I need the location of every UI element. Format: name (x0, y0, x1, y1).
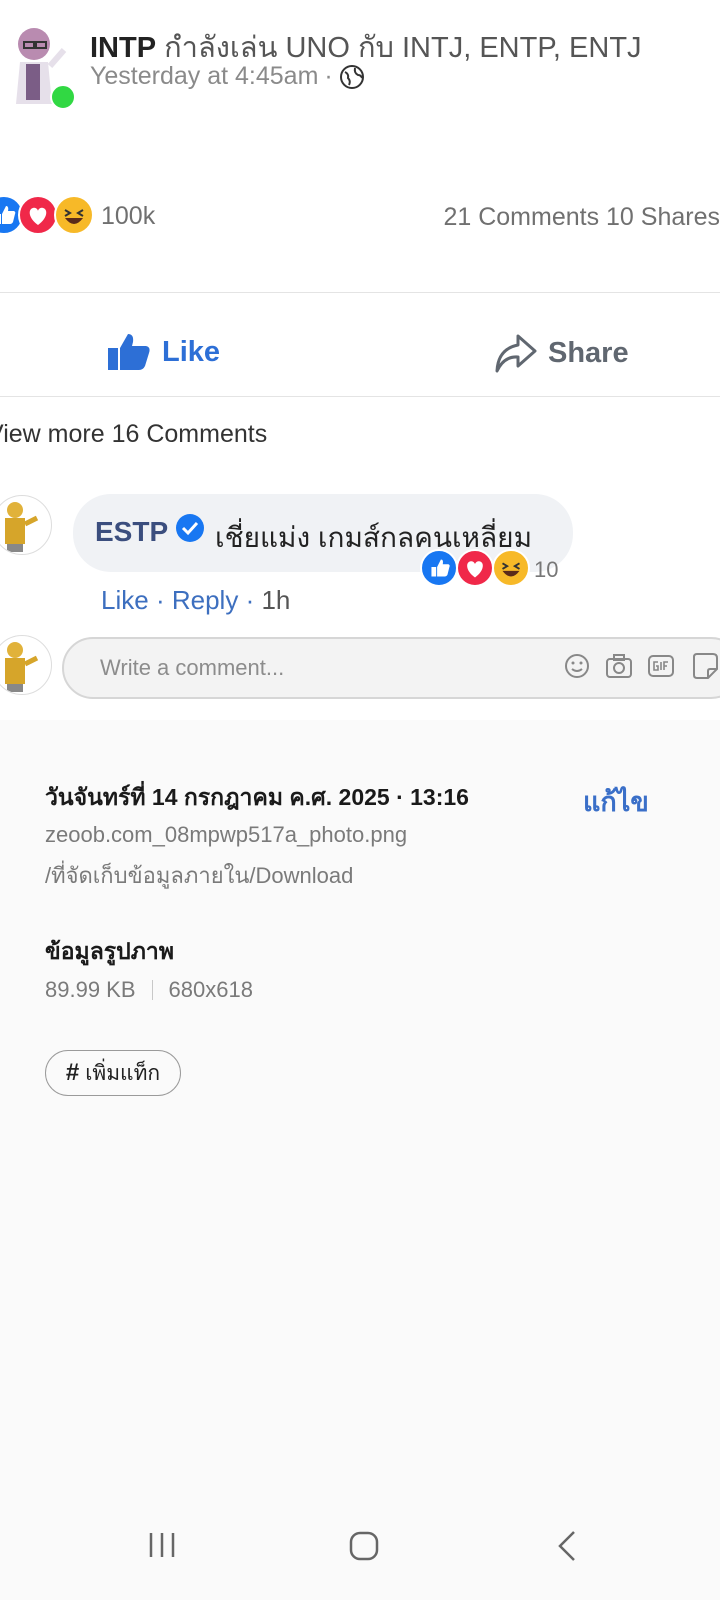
comment-actions: Like · Reply · 1h (101, 585, 290, 616)
image-info-meta: 89.99 KB 680x618 (45, 977, 253, 1003)
share-button[interactable]: Share (494, 332, 629, 374)
like-icon (420, 549, 458, 587)
comment-time: 1h (261, 585, 291, 615)
post-time[interactable]: Yesterday at 4:45am (90, 62, 318, 91)
author-name[interactable]: INTP (90, 32, 156, 64)
divider (0, 292, 720, 293)
post-meta: Yesterday at 4:45am · (90, 62, 365, 91)
gif-icon[interactable] (646, 651, 676, 681)
camera-icon[interactable] (604, 651, 634, 681)
edit-button[interactable]: แก้ไข (583, 780, 649, 823)
love-icon (456, 549, 494, 587)
haha-icon (492, 549, 530, 587)
comment-reaction-count: 10 (534, 557, 559, 582)
file-size: 89.99 KB (45, 977, 136, 1002)
time-separator: · (324, 62, 333, 90)
add-tag-button[interactable]: # เพิ่มแท็ก (45, 1050, 181, 1096)
back-icon[interactable] (556, 1530, 580, 1562)
comment-author[interactable]: ESTP (95, 516, 168, 548)
like-button-label: Like (162, 335, 221, 368)
divider (0, 396, 720, 397)
verified-badge-icon (176, 514, 204, 542)
file-name: zeoob.com_08mpwp517a_photo.png (45, 822, 408, 847)
reaction-count: 100k (101, 202, 156, 230)
image-info-title: ข้อมูลรูปภาพ (45, 938, 174, 964)
hashtag-icon: # (65, 1059, 80, 1086)
commenter-avatar[interactable] (0, 495, 52, 555)
meta-divider (151, 980, 153, 1000)
haha-icon (54, 195, 94, 235)
post-card: INTP กำลังเล่น UNO กับ INTJ, ENTP, ENTJ … (0, 0, 720, 720)
view-more-comments[interactable]: View more 16 Comments (0, 420, 267, 449)
globe-icon (339, 64, 365, 90)
reaction-summary[interactable]: 100k (0, 195, 170, 239)
comment-action-separator: · (245, 585, 255, 615)
comment-action-separator: · (155, 585, 165, 615)
share-icon (494, 332, 538, 374)
recent-apps-icon[interactable] (148, 1530, 178, 1560)
comment-like-link[interactable]: Like (101, 585, 149, 615)
post-activity: กำลังเล่น UNO กับ INTJ, ENTP, ENTJ (164, 32, 642, 64)
like-button[interactable]: Like (106, 332, 220, 372)
add-tag-label: เพิ่มแท็ก (85, 1061, 161, 1085)
comments-shares-count[interactable]: 21 Comments 10 Shares (443, 203, 720, 232)
sticker-icon[interactable] (690, 651, 720, 681)
photo-date: วันจันทร์ที่ 14 กรกฎาคม ค.ศ. 2025 · 13:1… (45, 784, 469, 810)
love-icon (18, 195, 58, 235)
online-status-dot (50, 84, 76, 110)
emoji-icon[interactable] (562, 651, 592, 681)
share-button-label: Share (548, 336, 629, 369)
thumbs-up-icon (106, 332, 152, 372)
comment-reply-link[interactable]: Reply (172, 585, 238, 615)
current-user-avatar (0, 635, 52, 695)
home-icon[interactable] (348, 1530, 380, 1562)
comment-input-placeholder: Write a comment... (100, 655, 285, 680)
comment-reactions[interactable]: 10 (420, 549, 570, 589)
image-dimensions: 680x618 (168, 977, 253, 1002)
file-path[interactable]: /ที่จัดเก็บข้อมูลภายใน/Download (45, 858, 353, 893)
